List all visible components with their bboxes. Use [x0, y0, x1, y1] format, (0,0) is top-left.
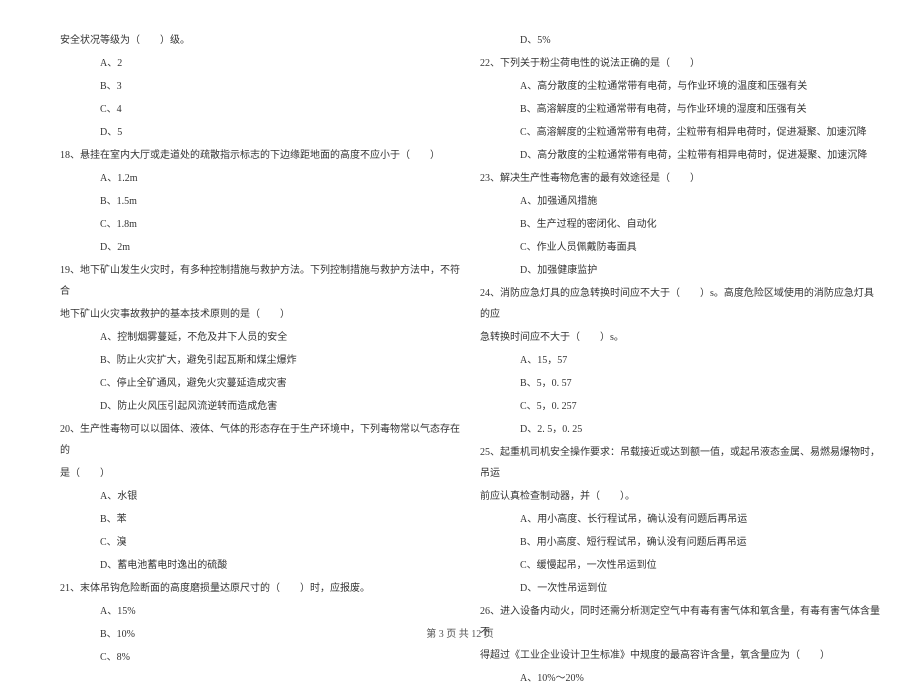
q20-option-c: C、溴 — [60, 532, 460, 553]
q24-option-a: A、15，57 — [480, 350, 880, 371]
q24-line1: 24、消防应急灯具的应急转换时间应不大于（ ）s。高度危险区域使用的消防应急灯具… — [480, 283, 880, 325]
q25-line1: 25、起重机司机安全操作要求：吊载接近或达到额一值，或起吊液态金属、易燃易爆物时… — [480, 442, 880, 484]
q23-option-d: D、加强健康监护 — [480, 260, 880, 281]
q17-option-c: C、4 — [60, 99, 460, 120]
q19-line2: 地下矿山火灾事故救护的基本技术原则的是（ ） — [60, 304, 460, 325]
q19-option-a: A、控制烟雾蔓延，不危及井下人员的安全 — [60, 327, 460, 348]
q20-option-d: D、蓄电池蓄电时逸出的硫酸 — [60, 555, 460, 576]
q25-line2: 前应认真检查制动器，并（ ）。 — [480, 486, 880, 507]
q17-option-b: B、3 — [60, 76, 460, 97]
q24-option-b: B、5，0. 57 — [480, 373, 880, 394]
page-container: 安全状况等级为（ ）级。 A、2 B、3 C、4 D、5 18、悬挂在室内大厅或… — [0, 0, 920, 620]
left-column: 安全状况等级为（ ）级。 A、2 B、3 C、4 D、5 18、悬挂在室内大厅或… — [60, 30, 460, 590]
q18-option-a: A、1.2m — [60, 168, 460, 189]
q22-option-c: C、高溶解度的尘粒通常带有电荷，尘粒带有相异电荷时，促进凝聚、加速沉降 — [480, 122, 880, 143]
q23-option-c: C、作业人员佩戴防毒面具 — [480, 237, 880, 258]
q26-line2: 得超过《工业企业设计卫生标准》中规度的最高容许含量，氧含量应为（ ） — [480, 645, 880, 666]
q22-option-d: D、高分散度的尘粒通常带有电荷，尘粒带有相异电荷时，促进凝聚、加速沉降 — [480, 145, 880, 166]
q25-option-d: D、一次性吊运到位 — [480, 578, 880, 599]
q24-line2: 急转换时间应不大于（ ）s。 — [480, 327, 880, 348]
q17-option-a: A、2 — [60, 53, 460, 74]
q23-option-b: B、生产过程的密闭化、自动化 — [480, 214, 880, 235]
q19-line1: 19、地下矿山发生火灾时，有多种控制措施与救护方法。下列控制措施与救护方法中，不… — [60, 260, 460, 302]
q20-option-b: B、苯 — [60, 509, 460, 530]
q18-option-d: D、2m — [60, 237, 460, 258]
q24-option-d: D、2. 5，0. 25 — [480, 419, 880, 440]
q17-tail-text: 安全状况等级为（ ）级。 — [60, 30, 460, 51]
q19-option-b: B、防止火灾扩大，避免引起瓦斯和煤尘爆炸 — [60, 350, 460, 371]
right-column: D、5% 22、下列关于粉尘荷电性的说法正确的是（ ） A、高分散度的尘粒通常带… — [480, 30, 880, 590]
q20-line1: 20、生产性毒物可以以固体、液体、气体的形态存在于生产环境中，下列毒物常以气态存… — [60, 419, 460, 461]
q20-line2: 是（ ） — [60, 463, 460, 484]
q17-option-d: D、5 — [60, 122, 460, 143]
q21-text: 21、末体吊钩危险断面的高度磨损量达原尺寸的（ ）时，应报废。 — [60, 578, 460, 599]
q21-option-a: A、15% — [60, 601, 460, 622]
q22-text: 22、下列关于粉尘荷电性的说法正确的是（ ） — [480, 53, 880, 74]
q23-text: 23、解决生产性毒物危害的最有效途径是（ ） — [480, 168, 880, 189]
q25-option-a: A、用小高度、长行程试吊，确认没有问题后再吊运 — [480, 509, 880, 530]
q23-option-a: A、加强通风措施 — [480, 191, 880, 212]
page-footer: 第 3 页 共 12 页 — [0, 625, 920, 640]
q21-option-c: C、8% — [60, 647, 460, 668]
q24-option-c: C、5，0. 257 — [480, 396, 880, 417]
q20-option-a: A、水银 — [60, 486, 460, 507]
q19-option-d: D、防止火风压引起风流逆转而造成危害 — [60, 396, 460, 417]
q22-option-b: B、高溶解度的尘粒通常带有电荷，与作业环境的湿度和压强有关 — [480, 99, 880, 120]
q18-option-c: C、1.8m — [60, 214, 460, 235]
q26-option-a: A、10%～20% — [480, 668, 880, 689]
q25-option-b: B、用小高度、短行程试吊，确认没有问题后再吊运 — [480, 532, 880, 553]
q18-text: 18、悬挂在室内大厅或走道处的疏散指示标志的下边缘距地面的高度不应小于（ ） — [60, 145, 460, 166]
q21-option-d: D、5% — [480, 30, 880, 51]
q25-option-c: C、缓慢起吊，一次性吊运到位 — [480, 555, 880, 576]
q22-option-a: A、高分散度的尘粒通常带有电荷，与作业环境的温度和压强有关 — [480, 76, 880, 97]
q18-option-b: B、1.5m — [60, 191, 460, 212]
q19-option-c: C、停止全矿通风，避免火灾蔓延造成灾害 — [60, 373, 460, 394]
